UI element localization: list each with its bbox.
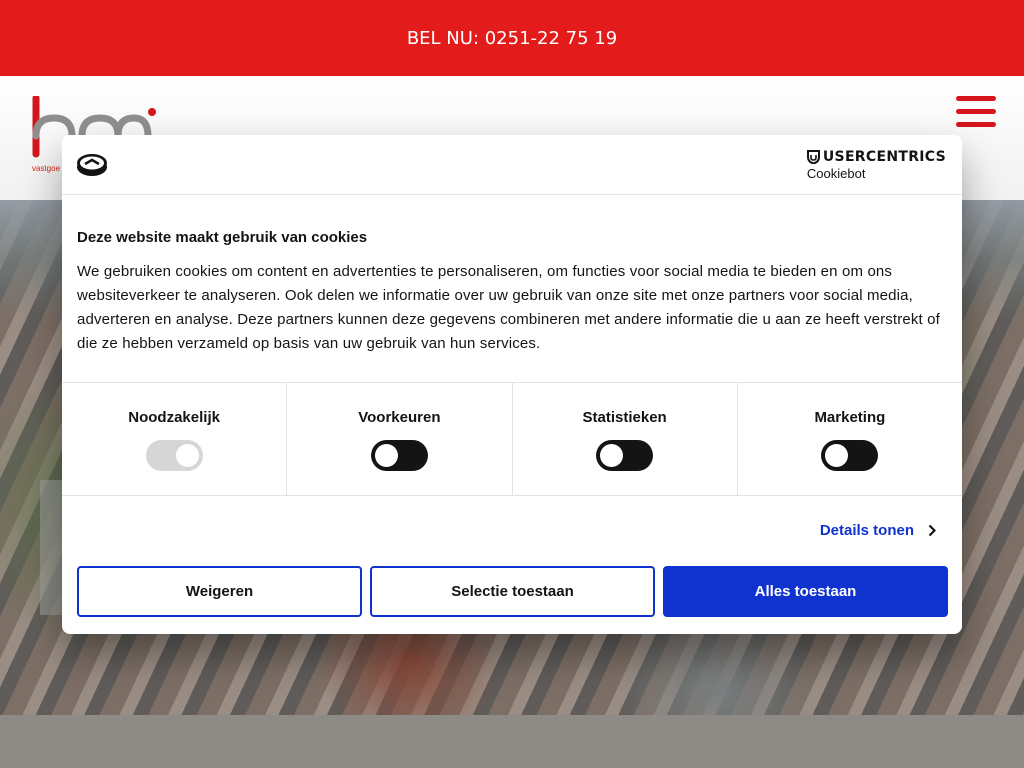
category-necessary: Noodzakelijk <box>62 383 288 495</box>
category-label: Statistieken <box>582 409 667 426</box>
consent-buttons: Weigeren Selectie toestaan Alles toestaa… <box>77 566 948 617</box>
category-label: Voorkeuren <box>358 409 441 426</box>
usercentrics-shield-icon <box>806 150 820 164</box>
details-toggle-link[interactable]: Details tonen <box>820 522 936 539</box>
dialog-header: USERCENTRICS Cookiebot <box>62 135 962 195</box>
dialog-body: Deze website maakt gebruik van cookies W… <box>62 195 962 383</box>
dialog-description: We gebruiken cookies om content en adver… <box>77 263 940 352</box>
details-row: Details tonen <box>62 496 962 566</box>
cookie-consent-dialog: USERCENTRICS Cookiebot Deze website maak… <box>62 135 962 634</box>
details-label: Details tonen <box>819 522 914 539</box>
usercentrics-brand[interactable]: USERCENTRICS Cookiebot <box>806 149 946 181</box>
usercentrics-label: USERCENTRICS <box>822 149 946 165</box>
necessary-toggle <box>145 440 203 471</box>
cookiebot-label: Cookiebot <box>806 166 866 181</box>
allow-selection-button[interactable]: Selectie toestaan <box>370 566 655 617</box>
consent-categories: Noodzakelijk Voorkeuren Statistieken Mar… <box>62 383 962 496</box>
dialog-title: Deze website maakt gebruik van cookies <box>77 229 368 246</box>
category-label: Marketing <box>814 409 886 426</box>
statistics-toggle[interactable] <box>596 440 654 471</box>
reject-button[interactable]: Weigeren <box>77 566 362 617</box>
chevron-right-icon <box>928 524 936 537</box>
allow-all-button[interactable]: Alles toestaan <box>663 566 948 617</box>
preferences-toggle[interactable] <box>370 440 428 471</box>
cookie-icon <box>77 154 107 176</box>
category-label: Noodzakelijk <box>128 409 220 426</box>
category-statistics: Statistieken <box>513 383 738 495</box>
category-preferences: Voorkeuren <box>287 383 513 495</box>
marketing-toggle[interactable] <box>821 440 879 471</box>
category-marketing: Marketing <box>738 383 962 495</box>
